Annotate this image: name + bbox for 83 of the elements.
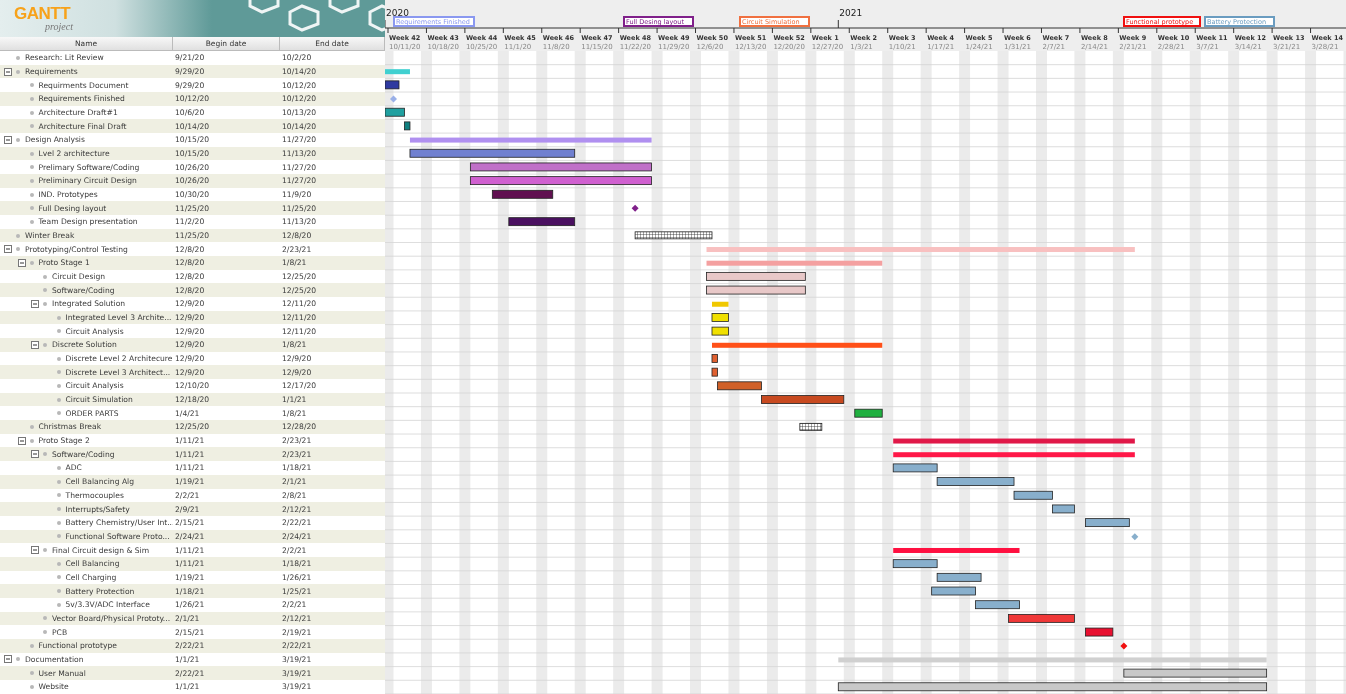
bullet-icon (56, 397, 61, 402)
bullet-icon (43, 301, 47, 306)
year-label: 2021 (839, 8, 863, 18)
bullet-icon (29, 206, 34, 211)
task-bar[interactable] (711, 313, 729, 322)
break-bar[interactable] (799, 422, 823, 431)
bullet-icon (29, 643, 34, 648)
task-bar[interactable] (491, 189, 554, 199)
bullet-icon (56, 466, 61, 470)
bullet-icon (56, 479, 61, 484)
bullet-icon (29, 260, 34, 265)
bullet-icon (29, 671, 34, 676)
bullet-icon (29, 151, 34, 156)
task-bar[interactable] (385, 107, 405, 117)
bullet-icon (29, 124, 34, 129)
bullet-icon (43, 548, 47, 552)
summary-bar[interactable] (893, 452, 1135, 458)
logo-title: GANTT (14, 5, 71, 23)
bullet-icon (29, 192, 34, 197)
task-bar[interactable] (717, 381, 762, 391)
bullet-icon (56, 329, 61, 334)
break-bar[interactable] (634, 231, 713, 240)
bullet-icon (29, 165, 34, 170)
bullet-icon (56, 383, 61, 388)
summary-bar[interactable] (712, 342, 883, 348)
collapse-icon[interactable] (4, 135, 12, 144)
bullet-icon (29, 83, 34, 88)
bullet-icon (56, 520, 61, 525)
bullet-icon (56, 411, 61, 416)
task-bar[interactable] (385, 80, 400, 90)
bullet-icon (43, 452, 47, 457)
logo-subtitle: project (45, 21, 73, 32)
bullet-icon (56, 534, 61, 539)
milestone-diamond[interactable] (631, 204, 639, 212)
collapse-icon[interactable] (4, 67, 12, 76)
bullet-icon (56, 370, 61, 375)
bullet-icon (43, 342, 47, 347)
task-bar[interactable] (706, 272, 806, 281)
task-bar[interactable] (711, 367, 718, 377)
collapse-icon[interactable] (17, 258, 26, 267)
task-bar[interactable] (1013, 490, 1053, 500)
bullet-icon (29, 96, 34, 101)
collapse-icon[interactable] (4, 245, 12, 254)
task-bar[interactable] (1085, 627, 1114, 637)
collapse-icon[interactable] (17, 436, 26, 445)
bullet-icon (29, 684, 34, 689)
year-label: 2020 (386, 8, 409, 18)
bullet-icon (29, 219, 34, 224)
bullet-icon (29, 178, 34, 183)
bullet-icon (56, 315, 61, 320)
milestone-diamond[interactable] (1120, 642, 1128, 650)
bullet-icon (16, 657, 20, 662)
bullet-icon (56, 575, 61, 580)
collapse-icon[interactable] (31, 299, 39, 308)
bullet-icon (16, 55, 20, 60)
bullet-icon (43, 288, 47, 293)
bullet-icon (56, 561, 61, 566)
bullet-icon (29, 424, 34, 429)
task-bar[interactable] (892, 559, 938, 569)
task-bar[interactable] (409, 148, 576, 158)
bullet-icon (29, 438, 34, 443)
bullet-icon (56, 589, 61, 594)
bullet-icon (43, 616, 47, 621)
task-bar[interactable] (508, 217, 576, 227)
bullet-icon (56, 493, 61, 498)
collapse-icon[interactable] (31, 340, 39, 349)
collapse-icon[interactable] (4, 655, 12, 664)
task-bar[interactable] (711, 326, 729, 336)
bullet-icon (16, 247, 20, 252)
bullet-icon (43, 630, 47, 635)
task-bar[interactable] (404, 121, 411, 131)
bullet-icon (16, 233, 20, 238)
bullet-icon (56, 507, 61, 511)
collapse-icon[interactable] (31, 450, 39, 459)
bullet-icon (16, 69, 20, 74)
bullet-icon (29, 110, 34, 115)
bullet-icon (16, 137, 20, 142)
collapse-icon[interactable] (31, 546, 39, 554)
task-bar[interactable] (975, 600, 1020, 610)
bullet-icon (56, 602, 61, 607)
task-bar[interactable] (936, 572, 982, 582)
bullet-icon (43, 274, 47, 279)
bullet-icon (56, 356, 61, 361)
